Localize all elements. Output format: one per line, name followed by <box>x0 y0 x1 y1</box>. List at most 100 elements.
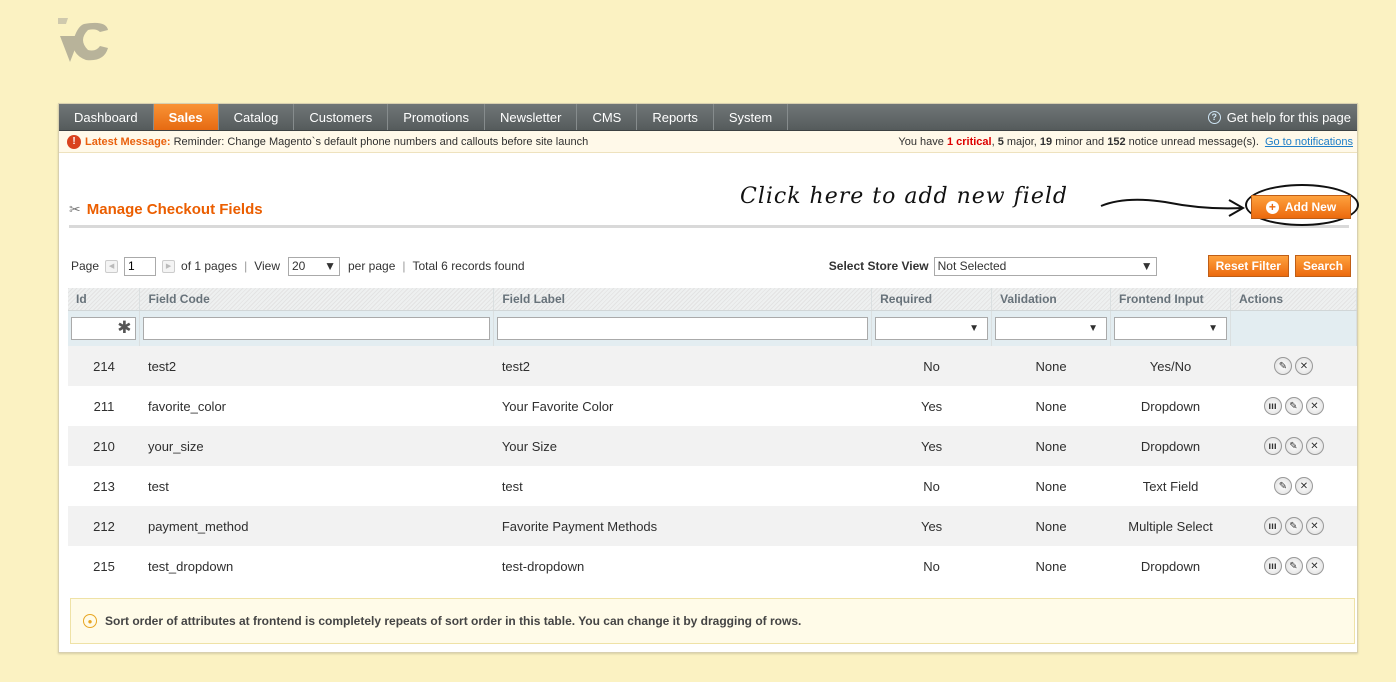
frontend-input-filter[interactable]: ▼ <box>1114 316 1227 340</box>
store-label: Select Store View <box>828 259 929 273</box>
delete-icon[interactable]: ✕ <box>1305 397 1324 415</box>
chevron-down-icon: ▼ <box>1208 322 1218 334</box>
row-id: 214 <box>68 346 140 386</box>
delete-icon[interactable]: ✕ <box>1295 357 1313 375</box>
sort-note: ● Sort order of attributes at frontend i… <box>70 598 1355 644</box>
store-select[interactable]: Not Selected ▼ <box>933 256 1157 276</box>
search-button[interactable]: Search <box>1294 255 1351 277</box>
row-actions: ııı ✎ ✕ <box>1230 426 1357 466</box>
summary-prefix: You have <box>898 135 944 148</box>
nav-sales[interactable]: Sales <box>153 104 219 130</box>
page-input[interactable] <box>124 256 157 276</box>
row-required: No <box>923 478 940 494</box>
row-field-label: Your Size <box>493 426 872 466</box>
col-actions: Actions <box>1230 288 1357 311</box>
annotation-arrow <box>1100 198 1245 217</box>
row-id: 215 <box>93 558 115 574</box>
note-text: Sort order of attributes at frontend is … <box>105 614 802 628</box>
add-new-button[interactable]: + Add New <box>1251 195 1351 219</box>
field-code-filter[interactable] <box>143 316 491 340</box>
col-field-code[interactable]: Field Code <box>139 288 495 311</box>
row-id: 211 <box>93 398 115 414</box>
chevron-down-icon: ▼ <box>324 259 336 273</box>
notifications-link[interactable]: Go to notifications <box>1265 136 1353 148</box>
reset-filter-button[interactable]: Reset Filter <box>1207 255 1289 277</box>
nav-newsletter[interactable]: Newsletter <box>485 104 578 130</box>
major-count: 5 <box>997 135 1004 148</box>
col-frontend-input[interactable]: Frontend Input <box>1110 288 1231 311</box>
id-filter-input[interactable]: ✱ <box>71 316 137 340</box>
row-validation: None <box>991 506 1111 546</box>
table-row[interactable]: 212 payment_method Favorite Payment Method… <box>68 506 1357 546</box>
edit-icon[interactable]: ✎ <box>1284 557 1303 575</box>
row-actions: ııı ✎ ✕ <box>1231 386 1357 426</box>
notice-text: notice unread message(s). <box>1128 135 1259 148</box>
edit-icon[interactable]: ✎ <box>1284 437 1303 455</box>
total-records: Total 6 records found <box>412 259 525 273</box>
nav-cms[interactable]: CMS <box>577 104 638 130</box>
row-required: No <box>923 558 940 574</box>
separator: | <box>402 259 406 273</box>
delete-icon[interactable]: ✕ <box>1305 437 1324 455</box>
nav-system[interactable]: System <box>714 104 789 130</box>
edit-icon[interactable]: ✎ <box>1274 477 1292 495</box>
table-row[interactable]: 215 test_dropdown test-dropdown No None Dropd… <box>68 546 1357 586</box>
row-actions: ııı ✎ ✕ <box>1231 546 1357 586</box>
of-pages: of 1 pages <box>181 259 238 273</box>
col-required[interactable]: Required <box>871 288 993 311</box>
edit-icon[interactable]: ✎ <box>1284 517 1303 535</box>
nav-promotions[interactable]: Promotions <box>388 104 486 130</box>
row-field-code: favorite_color <box>147 398 227 414</box>
nav-catalog[interactable]: Catalog <box>219 104 295 130</box>
table-row[interactable]: 210 your_size Your Size Yes None Dropdown ııı ✎… <box>68 426 1357 466</box>
row-field-label: test-dropdown <box>501 558 585 574</box>
field-label-filter[interactable] <box>497 316 869 340</box>
delete-icon[interactable]: ✕ <box>1305 517 1324 535</box>
col-validation[interactable]: Validation <box>991 288 1112 311</box>
delete-icon[interactable]: ✕ <box>1295 477 1313 495</box>
table-row[interactable]: 214 test2 test2 No None Yes/No ✎ ✕ <box>68 346 1357 386</box>
stats-icon[interactable]: ııı <box>1263 397 1282 415</box>
col-field-label[interactable]: Field Label <box>493 288 873 311</box>
col-id[interactable]: Id <box>68 288 141 311</box>
row-frontend-input: Multiple Select <box>1110 506 1231 546</box>
store-value: Not Selected <box>937 259 1007 273</box>
stats-icon[interactable]: ııı <box>1263 557 1282 575</box>
fields-table: Id Field Code Field Label Required Valid… <box>68 288 1357 586</box>
edit-icon[interactable]: ✎ <box>1274 357 1292 375</box>
stats-icon[interactable]: ııı <box>1263 437 1282 455</box>
message-title: Latest Message: <box>85 135 171 148</box>
table-row[interactable]: 211 favorite_color Your Favorite Color Yes N… <box>68 386 1357 426</box>
row-field-code: test_dropdown <box>147 558 234 574</box>
per-page-label: per page <box>348 259 396 273</box>
message-summary: You have 1 critical, 5 major, 19 minor a… <box>898 135 1353 148</box>
row-required: Yes <box>871 426 992 466</box>
delete-icon[interactable]: ✕ <box>1305 557 1324 575</box>
view-label: View <box>254 259 280 273</box>
table-row[interactable]: 213 test test No None Text Field ✎ ✕ <box>68 466 1357 506</box>
row-id: 212 <box>68 506 140 546</box>
next-page-icon[interactable]: ▶ <box>162 259 176 273</box>
row-actions: ııı ✎ ✕ <box>1230 506 1357 546</box>
add-new-label: Add New <box>1284 200 1337 214</box>
validation-filter[interactable]: ▼ <box>995 316 1108 340</box>
row-id: 210 <box>68 426 140 466</box>
help-link[interactable]: ? Get help for this page <box>1207 104 1357 130</box>
row-frontend-input: Yes/No <box>1110 346 1231 386</box>
nav-dashboard[interactable]: Dashboard <box>59 104 154 130</box>
row-field-code: test2 <box>139 346 494 386</box>
nav-customers[interactable]: Customers <box>294 104 389 130</box>
edit-icon[interactable]: ✎ <box>1284 397 1303 415</box>
stats-icon[interactable]: ııı <box>1263 517 1282 535</box>
required-filter[interactable]: ▼ <box>875 316 989 340</box>
chevron-down-icon: ▼ <box>969 322 980 334</box>
view-select[interactable]: 20 ▼ <box>288 256 340 276</box>
lightbulb-icon: ● <box>83 614 97 628</box>
prev-page-icon[interactable]: ◀ <box>105 259 119 273</box>
row-frontend-input: Dropdown <box>1140 398 1201 414</box>
row-frontend-input: Dropdown <box>1110 426 1231 466</box>
nav-reports[interactable]: Reports <box>637 104 714 130</box>
row-validation: None <box>991 426 1111 466</box>
row-id: 213 <box>93 478 115 494</box>
